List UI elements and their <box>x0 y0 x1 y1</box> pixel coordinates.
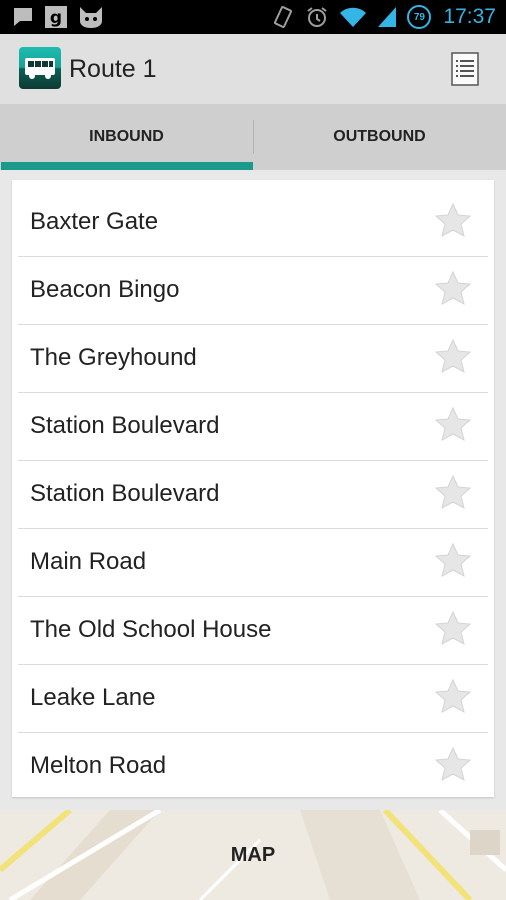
star-icon[interactable] <box>434 542 472 580</box>
tab-bar: INBOUND OUTBOUND <box>0 104 506 170</box>
page-title: Route 1 <box>69 55 157 83</box>
stop-name: The Greyhound <box>30 344 197 371</box>
list-item[interactable]: Station Boulevard <box>18 392 488 461</box>
clock: 17:37 <box>443 5 496 28</box>
stop-name: Main Road <box>30 548 147 575</box>
status-bar: g 79 17:37 <box>0 0 506 34</box>
map-label: MAP <box>230 844 276 866</box>
stop-name: Station Boulevard <box>30 480 220 507</box>
star-icon[interactable] <box>434 202 472 240</box>
list-item[interactable]: Melton Road <box>18 732 488 797</box>
star-icon[interactable] <box>434 474 472 512</box>
tab-outbound[interactable]: OUTBOUND <box>253 104 506 170</box>
action-bar: Route 1 <box>0 34 506 104</box>
list-item[interactable]: Leake Lane <box>18 664 488 733</box>
stop-name: Beacon Bingo <box>30 276 180 303</box>
list-item[interactable]: Main Road <box>18 528 488 597</box>
star-icon[interactable] <box>434 338 472 376</box>
vibrate-icon <box>271 5 295 29</box>
list-item[interactable]: The Greyhound <box>18 324 488 393</box>
list-item[interactable]: Beacon Bingo <box>18 256 488 325</box>
star-icon[interactable] <box>434 270 472 308</box>
alarm-icon <box>305 5 329 29</box>
list-icon[interactable] <box>450 51 480 87</box>
svg-text:g: g <box>50 8 62 28</box>
tab-inbound[interactable]: INBOUND <box>0 104 253 170</box>
stop-name: Leake Lane <box>30 684 156 711</box>
stops-list: Baxter Gate Beacon Bingo The Greyhound S… <box>12 180 494 797</box>
bus-icon[interactable] <box>19 47 61 89</box>
tab-selected-indicator <box>1 162 253 170</box>
star-icon[interactable] <box>434 678 472 716</box>
cat-icon <box>78 5 104 29</box>
signal-icon <box>377 6 397 28</box>
chat-icon <box>12 6 34 28</box>
battery-icon: 79 <box>407 5 432 29</box>
system-icons: 79 17:37 <box>271 4 496 30</box>
stop-name: Station Boulevard <box>30 412 220 439</box>
list-item[interactable]: Baxter Gate <box>18 188 488 257</box>
wifi-icon <box>339 6 367 28</box>
star-icon[interactable] <box>434 746 472 784</box>
g-icon: g <box>44 5 68 29</box>
list-item[interactable]: The Old School House <box>18 596 488 665</box>
star-icon[interactable] <box>434 610 472 648</box>
stop-name: Melton Road <box>30 752 167 779</box>
notification-icons: g <box>12 5 104 29</box>
stop-name: The Old School House <box>30 616 272 643</box>
list-item[interactable]: Station Boulevard <box>18 460 488 529</box>
stop-name: Baxter Gate <box>30 208 159 235</box>
star-icon[interactable] <box>434 406 472 444</box>
map-button[interactable]: MAP <box>0 810 506 900</box>
